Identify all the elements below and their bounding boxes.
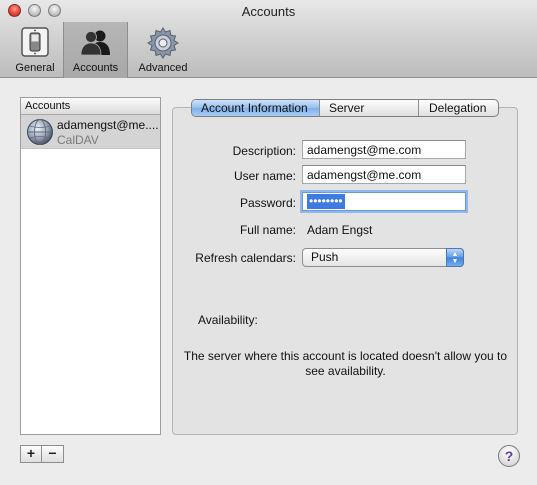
password-field[interactable]: •••••••• [302, 192, 466, 211]
tab-server-settings[interactable]: Server Settings [320, 100, 419, 116]
remove-account-button[interactable]: − [42, 445, 64, 463]
tab-account-information[interactable]: Account Information [192, 100, 320, 116]
availability-label: Availability: [198, 313, 258, 327]
switch-icon [21, 27, 49, 57]
help-button[interactable]: ? [498, 445, 520, 467]
username-field[interactable] [302, 165, 466, 184]
window-title: Accounts [241, 4, 296, 19]
window-toolbar: Accounts General Accounts Advanced [0, 0, 537, 78]
account-name: adamengst@me.... [57, 118, 159, 132]
fullname-label: Full name: [239, 223, 296, 237]
toolbar-general-label: General [15, 62, 55, 74]
toolbar-general[interactable]: General [8, 22, 62, 78]
account-tabs: Account Information Server Settings Dele… [191, 99, 499, 117]
username-label: User name: [233, 169, 296, 183]
availability-message: The server where this account is located… [183, 349, 508, 378]
accounts-list-header: Accounts [21, 98, 160, 115]
refresh-calendars-label: Refresh calendars: [195, 251, 296, 265]
password-value: •••••••• [307, 194, 345, 209]
popup-arrows-icon: ▲ ▼ [446, 248, 464, 267]
account-type: CalDAV [57, 133, 99, 147]
tab-delegation[interactable]: Delegation [419, 100, 498, 116]
toolbar-accounts[interactable]: Accounts [63, 22, 128, 78]
gear-icon [147, 27, 179, 59]
description-label: Description: [232, 144, 296, 158]
globe-icon [27, 119, 53, 145]
toolbar-advanced[interactable]: Advanced [131, 22, 195, 78]
toolbar-advanced-label: Advanced [138, 62, 188, 74]
people-icon [80, 30, 110, 56]
password-label: Password: [239, 196, 296, 210]
add-account-button[interactable]: + [20, 445, 42, 463]
toolbar-accounts-label: Accounts [72, 62, 119, 74]
refresh-calendars-value: Push [311, 250, 339, 264]
refresh-calendars-popup[interactable]: Push ▲ ▼ [302, 248, 464, 267]
fullname-value: Adam Engst [307, 223, 373, 237]
description-field[interactable] [302, 140, 466, 159]
account-list-buttons: + − [20, 445, 64, 463]
